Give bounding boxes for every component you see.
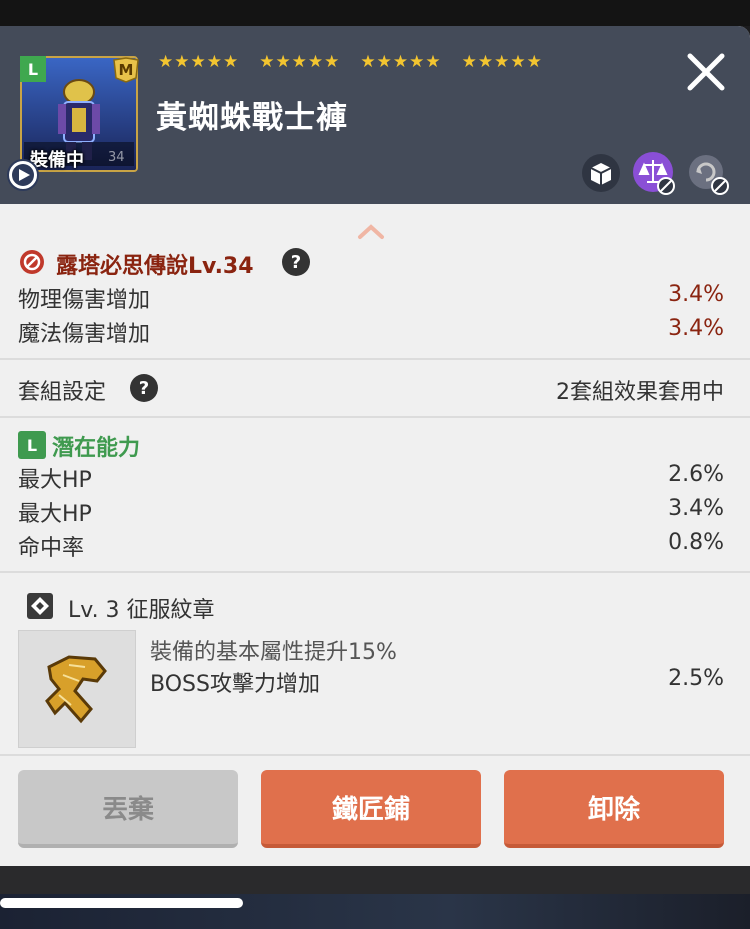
star-group: ★★★★★ [360,52,442,72]
refresh-disabled-icon[interactable] [684,150,730,196]
set-help-button[interactable]: ? [282,248,310,276]
emblem-thumbnail [18,630,136,748]
potential-stat-value: 2.6% [668,462,724,487]
item-name: 黃蜘蛛戰士褲 [156,100,348,136]
blacksmith-button[interactable]: 鐵匠鋪 [261,770,481,848]
emblem-diamond-icon [27,593,53,619]
emblem-effect-2-value: 2.5% [668,666,724,691]
item-level-small: 34 [108,150,125,165]
potential-title: 潛在能力 [52,436,141,461]
emblem-title: Lv. 3 征服紋章 [68,598,215,623]
star-group: ★★★★★ [259,52,341,72]
item-detail-panel: L M 裝備中 34 ★★★★★ ★★★★★ ★★★★★ ★★★★★ 黃蜘蛛戰士… [0,26,750,866]
set-name: 露塔必思傳說Lv.34 [56,254,254,279]
divider [0,571,750,573]
set-stat-label: 魔法傷害增加 [18,322,151,347]
divider [0,416,750,418]
set-config-status: 2套組效果套用中 [556,380,724,405]
play-icon[interactable] [6,158,40,192]
set-stat-value: 3.4% [668,282,724,307]
status-strip [0,0,750,26]
svg-text:M: M [119,61,134,79]
item-header: L M 裝備中 34 ★★★★★ ★★★★★ ★★★★★ ★★★★★ 黃蜘蛛戰士… [0,26,750,204]
balance-disabled-icon[interactable] [630,150,676,196]
potential-stat-label: 最大HP [18,502,92,527]
emblem-effect-2-label: BOSS攻擊力增加 [150,672,320,697]
lock-box-icon[interactable] [578,150,624,196]
star-group: ★★★★★ [461,52,543,72]
divider [0,754,750,756]
rank-m-badge: M [113,57,139,83]
set-stat-label: 物理傷害增加 [18,288,151,313]
potential-stat-value: 0.8% [668,530,724,555]
dragon-emblem-icon [45,655,107,724]
divider [0,358,750,360]
set-config-help-button[interactable]: ? [130,374,158,402]
close-icon[interactable] [684,50,728,94]
set-stat-value: 3.4% [668,316,724,341]
no-symbol-icon [20,250,44,274]
star-group: ★★★★★ [158,52,240,72]
potential-stat-value: 3.4% [668,496,724,521]
home-indicator[interactable] [0,898,243,908]
potential-stat-label: 最大HP [18,468,92,493]
star-rating: ★★★★★ ★★★★★ ★★★★★ ★★★★★ [158,52,543,72]
discard-button[interactable]: 丟棄 [18,770,238,848]
unequip-button[interactable]: 卸除 [504,770,724,848]
emblem-effect-1: 裝備的基本屬性提升15% [150,640,397,665]
collapse-chevron-icon[interactable] [357,224,385,240]
set-config-label: 套組設定 [18,380,107,405]
potential-stat-label: 命中率 [18,536,85,561]
potential-grade-badge: L [18,431,46,459]
legendary-grade-badge: L [20,56,46,82]
